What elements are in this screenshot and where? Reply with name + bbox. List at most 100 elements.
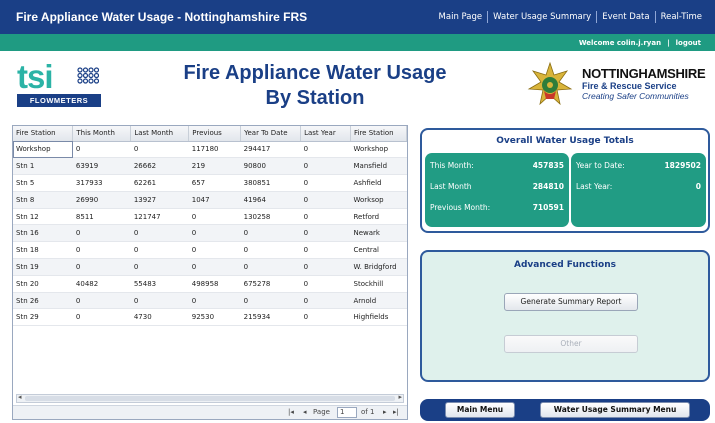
table-row[interactable]: Stn 16 0 0 0 0 0 Newark (13, 224, 407, 243)
table-cell[interactable]: 317933 (72, 174, 131, 192)
col-header-previous[interactable]: Previous (188, 126, 242, 142)
table-row[interactable]: Stn 12 8511 121747 0 130258 0 Retford (13, 208, 407, 226)
table-cell[interactable]: Central (350, 241, 407, 260)
col-header-station-name[interactable]: Fire Station (350, 126, 407, 142)
table-cell[interactable]: 0 (240, 241, 301, 260)
table-cell[interactable]: Stn 16 (13, 224, 73, 243)
table-cell[interactable]: 130258 (240, 208, 301, 226)
scroll-left-icon[interactable]: ◂ (18, 393, 22, 401)
table-cell[interactable]: Stn 5 (13, 174, 73, 192)
col-header-last-month[interactable]: Last Month (130, 126, 190, 142)
table-cell[interactable]: Arnold (350, 292, 407, 310)
table-cell[interactable]: Stn 12 (13, 208, 73, 226)
table-cell[interactable]: Stockhill (350, 275, 407, 293)
table-cell[interactable]: Stn 19 (13, 258, 73, 276)
col-header-this-month[interactable]: This Month (72, 126, 132, 142)
table-cell[interactable]: Highfields (350, 308, 407, 327)
table-cell[interactable]: 0 (72, 292, 131, 310)
table-cell[interactable]: 0 (300, 308, 351, 327)
table-cell[interactable]: 90800 (240, 157, 301, 176)
table-cell[interactable]: 121747 (130, 208, 189, 226)
nav-event-data[interactable]: Event Data (597, 12, 654, 22)
table-cell[interactable]: 92530 (188, 308, 241, 327)
table-cell[interactable]: 294417 (240, 141, 301, 159)
table-cell[interactable]: 0 (130, 292, 189, 310)
table-cell[interactable]: 0 (300, 141, 351, 159)
table-cell[interactable]: Stn 18 (13, 241, 73, 260)
table-cell[interactable]: 0 (300, 224, 351, 243)
nav-main-page[interactable]: Main Page (434, 12, 488, 22)
table-row[interactable]: Workshop 0 0 117180 294417 0 Workshop (13, 141, 407, 159)
table-cell[interactable]: 55483 (130, 275, 189, 293)
table-row[interactable]: Stn 26 0 0 0 0 0 Arnold (13, 292, 407, 310)
generate-summary-report-button[interactable]: Generate Summary Report (504, 293, 638, 311)
table-cell[interactable]: 62261 (130, 174, 189, 192)
main-menu-button[interactable]: Main Menu (445, 402, 515, 418)
table-row[interactable]: Stn 20 40482 55483 498958 675278 0 Stockhill (13, 275, 407, 293)
table-row[interactable]: Stn 1 63919 26662 219 90800 0 Mansfield (13, 157, 407, 176)
table-cell[interactable]: 0 (188, 224, 241, 243)
table-cell[interactable]: 0 (72, 141, 131, 159)
table-cell[interactable]: 0 (300, 292, 351, 310)
table-cell[interactable]: 0 (130, 141, 189, 159)
table-cell[interactable]: 40482 (72, 275, 131, 293)
table-cell[interactable]: 0 (72, 258, 131, 276)
other-button[interactable]: Other (504, 335, 638, 353)
table-cell[interactable]: 0 (300, 258, 351, 276)
table-cell[interactable]: 8511 (72, 208, 131, 226)
water-usage-summary-menu-button[interactable]: Water Usage Summary Menu (540, 402, 690, 418)
table-cell[interactable]: 380851 (240, 174, 301, 192)
table-cell[interactable]: 13927 (130, 191, 189, 209)
table-cell[interactable]: Newark (350, 224, 407, 243)
table-cell[interactable]: Stn 1 (13, 157, 73, 176)
table-cell[interactable]: Stn 20 (13, 275, 73, 293)
table-cell[interactable]: 0 (240, 292, 301, 310)
table-cell[interactable]: Stn 26 (13, 292, 73, 310)
prev-page-icon[interactable]: ◂ (303, 408, 307, 416)
table-cell[interactable]: Worksop (350, 191, 407, 209)
table-cell[interactable]: 63919 (72, 157, 131, 176)
last-page-icon[interactable]: ▸| (393, 408, 399, 416)
table-cell[interactable]: 0 (72, 224, 131, 243)
col-header-fire-station[interactable]: Fire Station (13, 126, 74, 142)
table-cell[interactable]: 675278 (240, 275, 301, 293)
nav-real-time[interactable]: Real-Time (656, 12, 707, 22)
nav-water-usage-summary[interactable]: Water Usage Summary (488, 12, 596, 22)
horizontal-scrollbar[interactable]: ◂ ▸ (16, 393, 404, 403)
table-cell[interactable]: 41964 (240, 191, 301, 209)
table-cell[interactable]: Mansfield (350, 157, 407, 176)
table-cell[interactable]: 0 (300, 191, 351, 209)
table-cell[interactable]: 0 (130, 258, 189, 276)
table-cell[interactable]: 0 (300, 241, 351, 260)
table-cell[interactable]: 0 (240, 224, 301, 243)
table-cell[interactable]: 0 (130, 241, 189, 260)
table-cell[interactable]: 0 (240, 258, 301, 276)
table-cell[interactable]: 0 (188, 208, 241, 226)
next-page-icon[interactable]: ▸ (383, 408, 387, 416)
table-cell[interactable]: 0 (72, 308, 131, 327)
first-page-icon[interactable]: |◂ (288, 408, 294, 416)
table-cell[interactable]: 0 (188, 292, 241, 310)
table-cell[interactable]: Retford (350, 208, 407, 226)
table-cell[interactable]: 4730 (130, 308, 189, 327)
scroll-thumb[interactable] (25, 396, 395, 401)
col-header-year-to-date[interactable]: Year To Date (240, 126, 302, 142)
table-cell[interactable]: 0 (300, 174, 351, 192)
col-header-last-year[interactable]: Last Year (300, 126, 351, 142)
table-cell[interactable]: 498958 (188, 275, 241, 293)
scroll-right-icon[interactable]: ▸ (398, 393, 402, 401)
logout-link[interactable]: logout (676, 39, 701, 47)
page-input[interactable]: 1 (337, 407, 357, 418)
table-row[interactable]: Stn 29 0 4730 92530 215934 0 Highfields (13, 308, 407, 327)
table-cell[interactable]: 219 (188, 157, 241, 176)
table-cell[interactable]: 26662 (130, 157, 189, 176)
table-cell[interactable]: Stn 29 (13, 308, 73, 327)
table-cell[interactable]: 0 (72, 241, 131, 260)
table-cell[interactable]: 0 (300, 208, 351, 226)
table-row[interactable]: Stn 8 26990 13927 1047 41964 0 Worksop (13, 191, 407, 209)
table-cell[interactable]: Workshop (13, 141, 73, 159)
table-cell[interactable]: W. Bridgford (350, 258, 407, 276)
table-cell[interactable]: 0 (130, 224, 189, 243)
table-cell[interactable]: 1047 (188, 191, 241, 209)
table-cell[interactable]: 26990 (72, 191, 131, 209)
